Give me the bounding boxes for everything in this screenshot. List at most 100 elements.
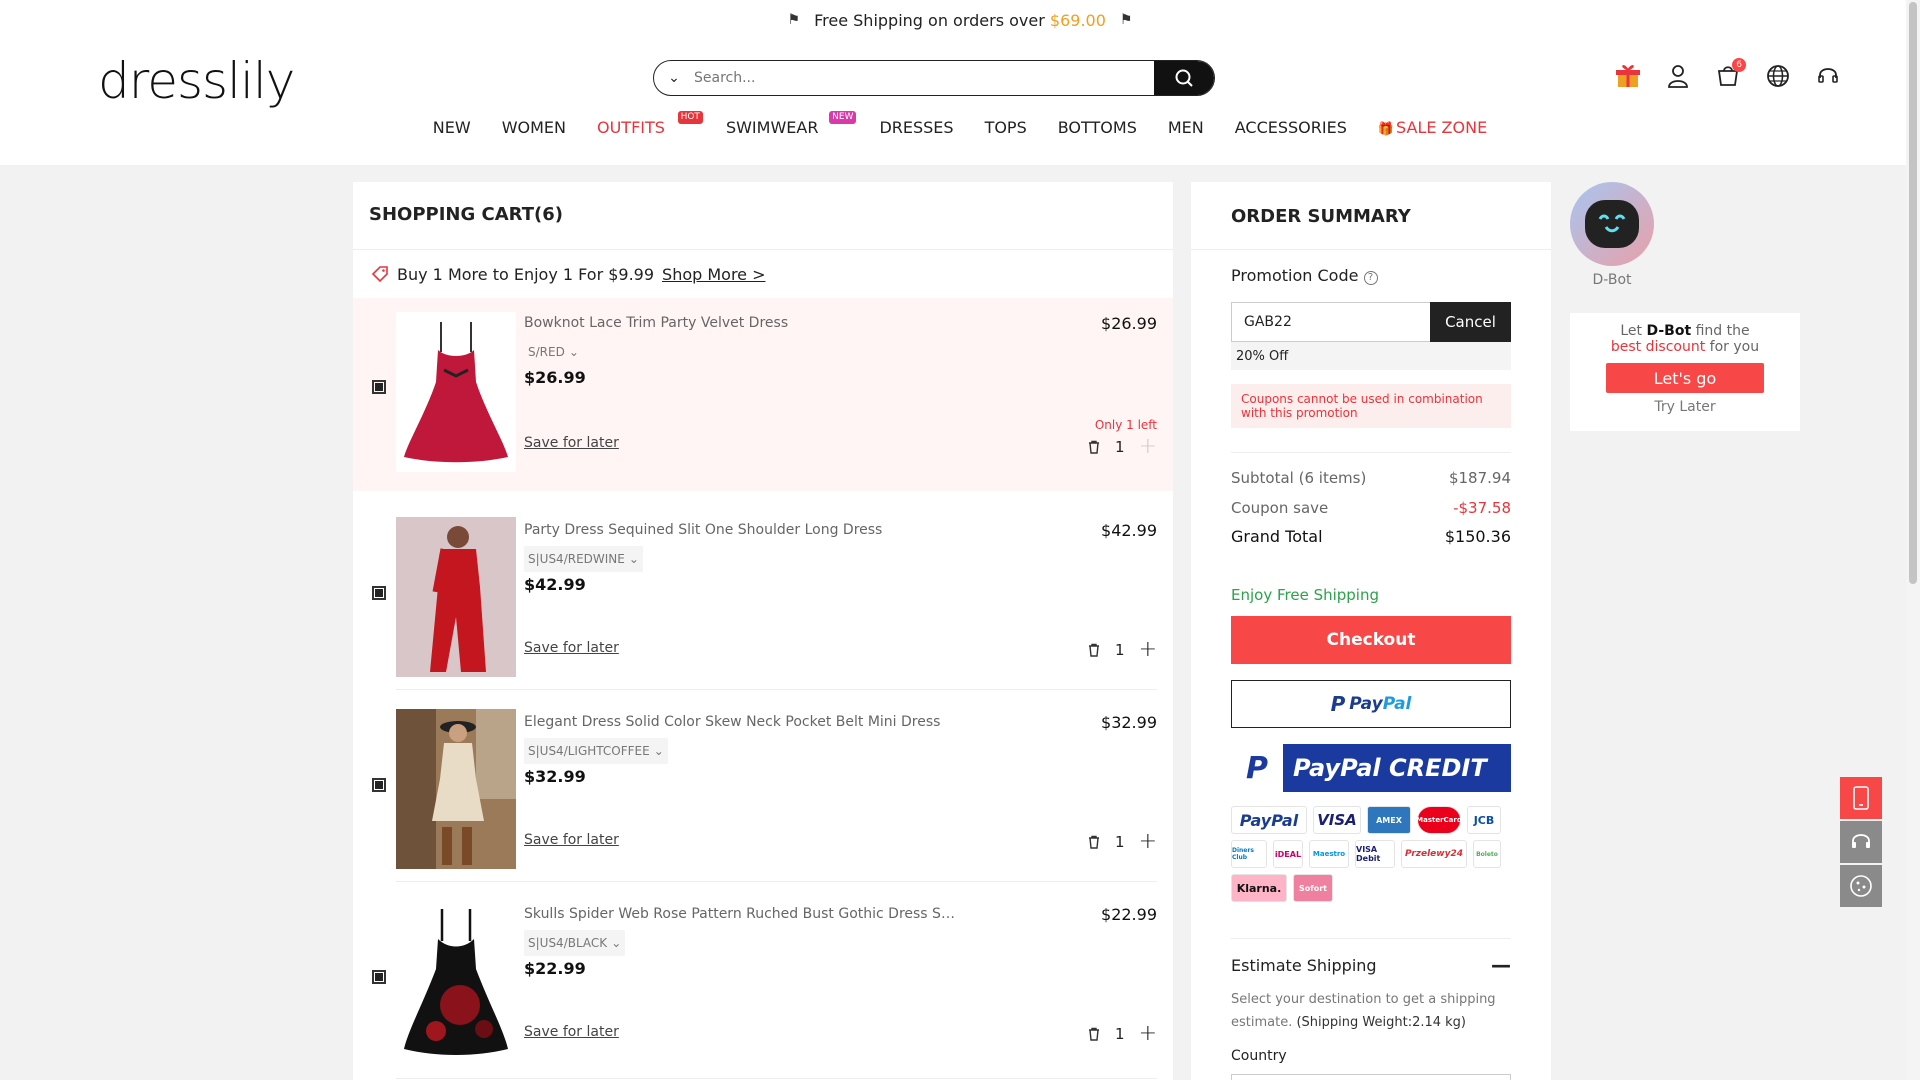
estimate-shipping-header[interactable]: Estimate Shipping — <box>1231 955 1511 975</box>
subtotal-row: Subtotal (6 items) $187.94 <box>1231 469 1511 487</box>
product-image[interactable] <box>396 709 516 869</box>
grand-total-label: Grand Total <box>1231 527 1323 546</box>
shop-more-link[interactable]: Shop More > <box>662 265 765 284</box>
jcb-logo: JCB <box>1467 806 1501 834</box>
promo-code-input[interactable] <box>1231 302 1430 342</box>
paypal-credit-button[interactable]: P PayPal CREDIT <box>1231 744 1511 792</box>
trash-icon[interactable] <box>1087 835 1101 849</box>
coupon-row: Coupon save -$37.58 <box>1231 499 1511 517</box>
item-name[interactable]: Party Dress Sequined Slit One Shoulder L… <box>524 522 964 538</box>
paypal-label-pal: Pal <box>1382 694 1412 714</box>
variant-select[interactable]: S/RED ⌄ <box>524 339 583 365</box>
quantity-value[interactable]: 1 <box>1115 833 1125 851</box>
trash-icon[interactable] <box>1087 1027 1101 1041</box>
banner-text: Free Shipping on orders over <box>814 10 1045 30</box>
visa-logo: VISA <box>1313 806 1361 834</box>
product-image[interactable] <box>396 517 516 677</box>
headset-icon[interactable] <box>1814 62 1842 90</box>
mobile-app-button[interactable] <box>1840 777 1882 819</box>
save-for-later-link[interactable]: Save for later <box>524 832 619 848</box>
try-later-link[interactable]: Try Later <box>1570 399 1800 415</box>
cart-icon[interactable]: 6 <box>1714 58 1746 90</box>
nav-item-sale-zone[interactable]: 🎁 SALE ZONE <box>1378 118 1487 137</box>
save-for-later-link[interactable]: Save for later <box>524 640 619 656</box>
cookie-settings-button[interactable] <box>1840 865 1882 907</box>
product-image[interactable] <box>396 312 516 472</box>
nav-item-accessories[interactable]: ACCESSORIES <box>1235 118 1347 137</box>
help-icon[interactable]: ? <box>1363 271 1378 285</box>
cart-item: Bowknot Lace Trim Party Velvet Dress $26… <box>353 298 1173 491</box>
item-name[interactable]: Skulls Spider Web Rose Pattern Ruched Bu… <box>524 906 964 922</box>
item-name[interactable]: Bowknot Lace Trim Party Velvet Dress <box>524 315 964 331</box>
variant-select[interactable]: S|US4/BLACK ⌄ <box>524 930 626 956</box>
diners-club-logo: Diners Club <box>1231 840 1267 868</box>
header-icons: 6 <box>1614 58 1842 90</box>
nav-item-bottoms[interactable]: BOTTOMS <box>1058 118 1137 137</box>
save-for-later-link[interactable]: Save for later <box>524 435 619 451</box>
support-button[interactable] <box>1840 821 1882 863</box>
boleto-logo: Boleto <box>1473 840 1501 868</box>
nav-item-tops[interactable]: TOPS <box>985 118 1027 137</box>
page-scrollbar[interactable] <box>1906 0 1920 1080</box>
nav-item-swimwear[interactable]: SWIMWEAR NEW <box>726 111 857 137</box>
plus-icon[interactable]: + <box>1139 1021 1157 1046</box>
d-bot-text: D-Bot <box>1646 323 1692 339</box>
promotion-code-text: Promotion Code <box>1231 266 1359 285</box>
quantity-value[interactable]: 1 <box>1115 438 1125 456</box>
item-name[interactable]: Elegant Dress Solid Color Skew Neck Pock… <box>524 714 964 730</box>
plus-icon[interactable]: + <box>1139 829 1157 854</box>
chevron-down-icon: ⌄ <box>611 936 622 950</box>
cookie-icon <box>1850 875 1872 897</box>
paypal-credit-label: PayPal CREDIT <box>1293 754 1487 782</box>
plus-icon[interactable]: + <box>1139 637 1157 662</box>
search-button[interactable] <box>1154 61 1214 95</box>
payment-methods: PayPal VISA AMEX MasterCard JCB Diners C… <box>1231 806 1511 902</box>
mastercard-logo: MasterCard <box>1416 806 1462 834</box>
search-input[interactable] <box>694 70 1154 86</box>
nav-item-new[interactable]: NEW <box>433 118 471 137</box>
quantity-stepper: 1 + <box>1087 1021 1157 1046</box>
coupon-value: -$37.58 <box>1453 499 1511 517</box>
order-summary-panel: ORDER SUMMARY Promotion Code ? Cancel 20… <box>1191 182 1551 1080</box>
user-icon[interactable] <box>1664 62 1692 90</box>
item-checkbox[interactable] <box>372 970 386 984</box>
item-price: $32.99 <box>1101 713 1157 732</box>
gift-icon[interactable] <box>1614 62 1642 90</box>
search-bar: ⌄ <box>653 60 1215 96</box>
flag-icon: ⚑ <box>787 12 801 28</box>
banner-amount: $69.00 <box>1049 10 1106 30</box>
nav-item-men[interactable]: MEN <box>1168 118 1204 137</box>
site-logo[interactable]: dresslily <box>98 52 295 110</box>
globe-icon[interactable] <box>1764 62 1792 90</box>
item-divider <box>396 689 1157 690</box>
lets-go-button[interactable]: Let's go <box>1606 363 1764 393</box>
chevron-down-icon[interactable]: ⌄ <box>654 70 694 86</box>
trash-icon[interactable] <box>1087 440 1101 454</box>
nav-item-dresses[interactable]: DRESSES <box>879 118 953 137</box>
save-for-later-link[interactable]: Save for later <box>524 1024 619 1040</box>
collapse-icon[interactable]: — <box>1491 955 1511 975</box>
quantity-value[interactable]: 1 <box>1115 1025 1125 1043</box>
item-price: $26.99 <box>1101 314 1157 333</box>
promo-code-form: Cancel <box>1231 302 1511 342</box>
scrollbar-thumb[interactable] <box>1909 2 1917 584</box>
country-select[interactable] <box>1231 1074 1511 1080</box>
cancel-button[interactable]: Cancel <box>1430 302 1511 342</box>
item-checkbox[interactable] <box>372 380 386 394</box>
checkout-button[interactable]: Checkout <box>1231 616 1511 664</box>
item-checkbox[interactable] <box>372 586 386 600</box>
tag-icon <box>371 266 388 283</box>
product-image[interactable] <box>396 901 516 1061</box>
nav-item-women[interactable]: WOMEN <box>502 118 566 137</box>
d-bot-avatar[interactable] <box>1570 182 1654 266</box>
hot-badge: HOT <box>677 111 703 124</box>
variant-select[interactable]: S|US4/REDWINE ⌄ <box>524 546 643 572</box>
item-checkbox[interactable] <box>372 778 386 792</box>
paypal-button[interactable]: P PayPal <box>1231 680 1511 728</box>
variant-select[interactable]: S|US4/LIGHTCOFFEE ⌄ <box>524 738 668 764</box>
subtotal-label: Subtotal (6 items) <box>1231 469 1367 487</box>
plus-icon[interactable]: + <box>1139 434 1157 459</box>
nav-item-outfits[interactable]: OUTFITS HOT <box>597 111 703 137</box>
quantity-value[interactable]: 1 <box>1115 641 1125 659</box>
trash-icon[interactable] <box>1087 643 1101 657</box>
